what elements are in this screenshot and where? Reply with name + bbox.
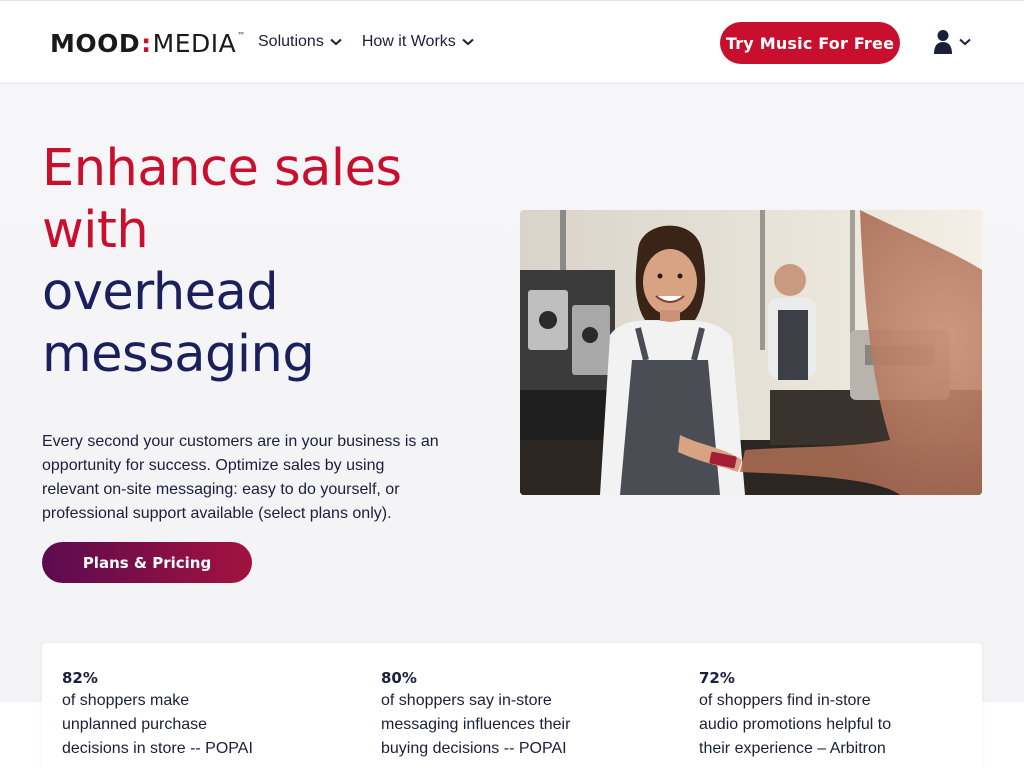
main-menu: Solutions How it Works — [258, 31, 474, 53]
user-icon — [934, 30, 952, 54]
stat-item: 72% of shoppers find in-store audio prom… — [699, 667, 939, 761]
logo-mood-text: MOOD — [50, 29, 141, 58]
logo-media-text: MEDIA — [152, 29, 237, 58]
nav-item-label: How it Works — [361, 33, 456, 50]
headline-line: with — [42, 201, 149, 260]
stat-description: of shoppers make unplanned purchase deci… — [62, 692, 253, 757]
chevron-down-icon — [462, 38, 474, 46]
hero-headline: Enhance sales with overhead messaging — [42, 138, 482, 386]
account-menu[interactable] — [933, 28, 975, 56]
headline-line: messaging — [42, 325, 315, 384]
headline-line: Enhance sales — [42, 139, 402, 198]
chevron-down-icon — [330, 38, 342, 46]
headline-line: overhead — [42, 263, 279, 322]
moodmedia-logo[interactable]: MOOD: MEDIA ™ — [50, 31, 246, 57]
stat-description: of shoppers say in-store messaging influ… — [381, 692, 571, 757]
hero-photo-barista — [520, 210, 982, 495]
logo-trademark: ™ — [237, 31, 246, 40]
chevron-down-icon — [959, 38, 971, 46]
nav-item-label: Solutions — [258, 33, 324, 50]
nav-item-solutions[interactable]: Solutions — [258, 31, 342, 53]
stat-item: 80% of shoppers say in-store messaging i… — [381, 667, 621, 761]
try-music-free-button[interactable]: Try Music For Free — [720, 22, 900, 64]
stat-value: 80% — [381, 669, 417, 687]
stat-value: 72% — [699, 669, 735, 687]
nav-item-how-it-works[interactable]: How it Works — [362, 31, 474, 53]
stat-value: 82% — [62, 669, 98, 687]
site-header: MOOD: MEDIA ™ Solutions How it Works Try M… — [0, 1, 1024, 82]
hero-intro-text: Every second your customers are in your … — [42, 433, 439, 522]
stat-item: 82% of shoppers make unplanned purchase … — [62, 667, 302, 761]
stats-panel: 82% of shoppers make unplanned purchase … — [42, 643, 982, 768]
stat-description: of shoppers find in-store audio promotio… — [699, 692, 892, 757]
logo-colon: : — [141, 29, 152, 58]
plans-pricing-button[interactable]: Plans & Pricing — [42, 542, 252, 583]
